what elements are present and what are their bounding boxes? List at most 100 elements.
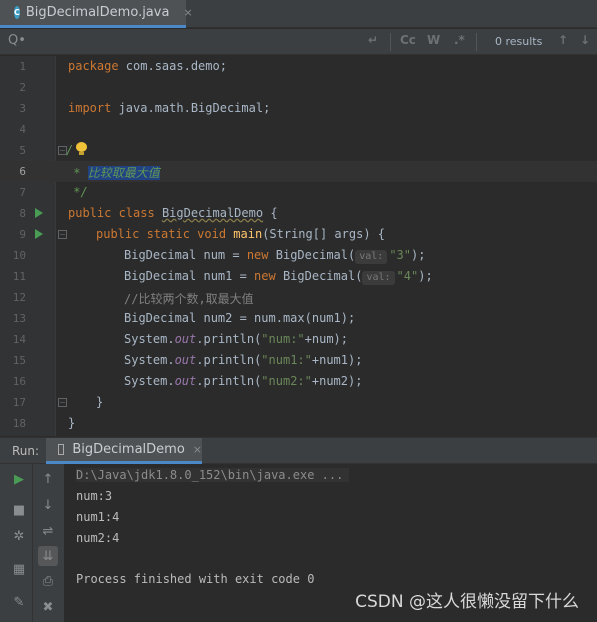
separator bbox=[32, 464, 33, 622]
code-text: * 比较取最大值 bbox=[66, 166, 160, 180]
code-text: / bbox=[66, 143, 74, 157]
rerun-icon[interactable]: ▶ bbox=[9, 469, 29, 489]
editor-tab-bigdecimaldemo[interactable]: C BigDecimalDemo.java × bbox=[0, 0, 193, 28]
search-input[interactable] bbox=[30, 32, 350, 52]
code-line: 18 } bbox=[0, 413, 597, 434]
code-line: 15 System.out.println("num1:"+num1); bbox=[0, 350, 597, 371]
code-line: 12 //比较两个数,取最大值 bbox=[0, 287, 597, 308]
code-line: 14 System.out.println("num:"+num); bbox=[0, 329, 597, 350]
code-text: } bbox=[96, 395, 104, 409]
code-line: 11 BigDecimal num1 = new BigDecimal(val:… bbox=[0, 266, 597, 287]
watermark: CSDN @这人很懒没留下什么 bbox=[355, 592, 579, 612]
run-toolbar: ▶ ↑ ■ ↓ ✲ ⇌ ⇊ ▦ ⎙ ✎ ✖ bbox=[0, 464, 64, 622]
code-line: 9 − public static void main(String[] arg… bbox=[0, 224, 597, 245]
line-number: 1 bbox=[19, 60, 26, 73]
code-line: 2 bbox=[0, 77, 597, 98]
line-number: 17 bbox=[12, 396, 26, 409]
match-case-button[interactable]: Cc bbox=[400, 33, 416, 47]
run-tool-window-header: Run: BigDecimalDemo × bbox=[0, 437, 597, 464]
line-number: 7 bbox=[19, 186, 26, 199]
arrow-down-icon[interactable]: ↓ bbox=[38, 495, 58, 515]
line-number: 4 bbox=[19, 123, 26, 136]
regex-button[interactable]: .* bbox=[454, 33, 465, 47]
search-results-count: 0 results bbox=[495, 35, 543, 48]
code-line-current: 6 * 比较取最大值 bbox=[0, 161, 597, 182]
code-line: 3 import java.math.BigDecimal; bbox=[0, 98, 597, 119]
separator bbox=[390, 33, 391, 51]
find-bar: Q• ↵ Cc W .* 0 results ↑ ↓ bbox=[0, 29, 597, 55]
code-editor[interactable]: 1 package com.saas.demo; 2 3 import java… bbox=[0, 56, 597, 436]
whole-words-button[interactable]: W bbox=[427, 33, 440, 47]
code-line: 5 − / bbox=[0, 140, 597, 161]
trash-icon[interactable]: ✖ bbox=[38, 597, 58, 617]
console-output-line: num1:4 bbox=[76, 510, 120, 524]
print-icon[interactable]: ⎙ bbox=[38, 571, 58, 591]
run-tab-label: BigDecimalDemo bbox=[72, 442, 185, 457]
code-text: package com.saas.demo; bbox=[68, 59, 227, 73]
code-line: 8 public class BigDecimalDemo { bbox=[0, 203, 597, 224]
param-hint: val: bbox=[362, 271, 395, 285]
run-title: Run: bbox=[12, 444, 40, 458]
code-text: BigDecimal num2 = num.max(num1); bbox=[124, 311, 356, 325]
line-number: 12 bbox=[12, 291, 26, 304]
debug-icon[interactable]: ✲ bbox=[9, 526, 29, 546]
code-text: BigDecimal num = new BigDecimal(val: "3")… bbox=[124, 248, 426, 264]
line-number: 8 bbox=[19, 207, 26, 220]
code-text: } bbox=[68, 416, 76, 430]
code-text: import java.math.BigDecimal; bbox=[68, 101, 271, 115]
code-line: 10 BigDecimal num = new BigDecimal(val: "… bbox=[0, 245, 597, 266]
line-number: 2 bbox=[19, 81, 26, 94]
line-number: 16 bbox=[12, 375, 26, 388]
search-icon[interactable]: Q• bbox=[8, 33, 26, 48]
code-text: BigDecimal num1 = new BigDecimal(val: "4"… bbox=[124, 269, 433, 285]
code-text: public static void main(String[] args) { bbox=[96, 227, 386, 241]
line-number: 11 bbox=[12, 270, 26, 283]
fold-icon[interactable]: − bbox=[58, 398, 67, 407]
line-number: 6 bbox=[19, 165, 26, 178]
line-number: 13 bbox=[12, 312, 26, 325]
close-icon[interactable]: × bbox=[193, 443, 202, 456]
code-text: System.out.println("num:"+num); bbox=[124, 332, 349, 346]
code-text: System.out.println("num2:"+num2); bbox=[124, 374, 363, 388]
close-icon[interactable]: × bbox=[183, 6, 192, 19]
line-number: 10 bbox=[12, 249, 26, 262]
newline-icon[interactable]: ↵ bbox=[368, 33, 378, 47]
console-exit-line: Process finished with exit code 0 bbox=[76, 572, 315, 586]
code-line: 7 */ bbox=[0, 182, 597, 203]
code-text: //比较两个数,取最大值 bbox=[124, 292, 254, 306]
fold-icon[interactable]: − bbox=[58, 230, 67, 239]
code-text: public class BigDecimalDemo { bbox=[68, 206, 278, 220]
code-line: 1 package com.saas.demo; bbox=[0, 56, 597, 77]
line-number: 3 bbox=[19, 102, 26, 115]
line-number: 15 bbox=[12, 354, 26, 367]
lightbulb-icon[interactable] bbox=[76, 142, 87, 155]
run-tab-bigdecimaldemo[interactable]: BigDecimalDemo × bbox=[46, 438, 202, 464]
code-line: 16 System.out.println("num2:"+num2); bbox=[0, 371, 597, 392]
code-text: System.out.println("num1:"+num1); bbox=[124, 353, 363, 367]
console-icon bbox=[58, 444, 65, 455]
arrow-up-icon[interactable]: ↑ bbox=[38, 469, 58, 489]
layout-icon[interactable]: ▦ bbox=[9, 559, 29, 579]
code-text: */ bbox=[66, 185, 88, 199]
pin-icon[interactable]: ✎ bbox=[9, 592, 29, 612]
editor-tab-bar: C BigDecimalDemo.java × bbox=[0, 0, 597, 28]
run-gutter-icon[interactable] bbox=[35, 229, 43, 239]
line-number: 9 bbox=[19, 228, 26, 241]
line-number: 18 bbox=[12, 417, 26, 430]
soft-wrap-icon[interactable]: ⇌ bbox=[38, 521, 58, 541]
arrow-down-icon[interactable]: ↓ bbox=[580, 33, 590, 47]
scroll-to-end-icon[interactable]: ⇊ bbox=[38, 546, 58, 566]
separator bbox=[476, 33, 477, 51]
code-line: 13 BigDecimal num2 = num.max(num1); bbox=[0, 308, 597, 329]
param-hint: val: bbox=[355, 250, 388, 264]
arrow-up-icon[interactable]: ↑ bbox=[558, 33, 568, 47]
console-output-line: num:3 bbox=[76, 489, 113, 503]
code-line: 4 bbox=[0, 119, 597, 140]
line-number: 5 bbox=[19, 144, 26, 157]
editor-tab-label: BigDecimalDemo.java bbox=[25, 5, 170, 20]
line-number: 14 bbox=[12, 333, 26, 346]
code-line: 17 − } bbox=[0, 392, 597, 413]
run-gutter-icon[interactable] bbox=[35, 208, 43, 218]
console-output-line: num2:4 bbox=[76, 531, 120, 545]
stop-icon[interactable]: ■ bbox=[9, 500, 29, 520]
